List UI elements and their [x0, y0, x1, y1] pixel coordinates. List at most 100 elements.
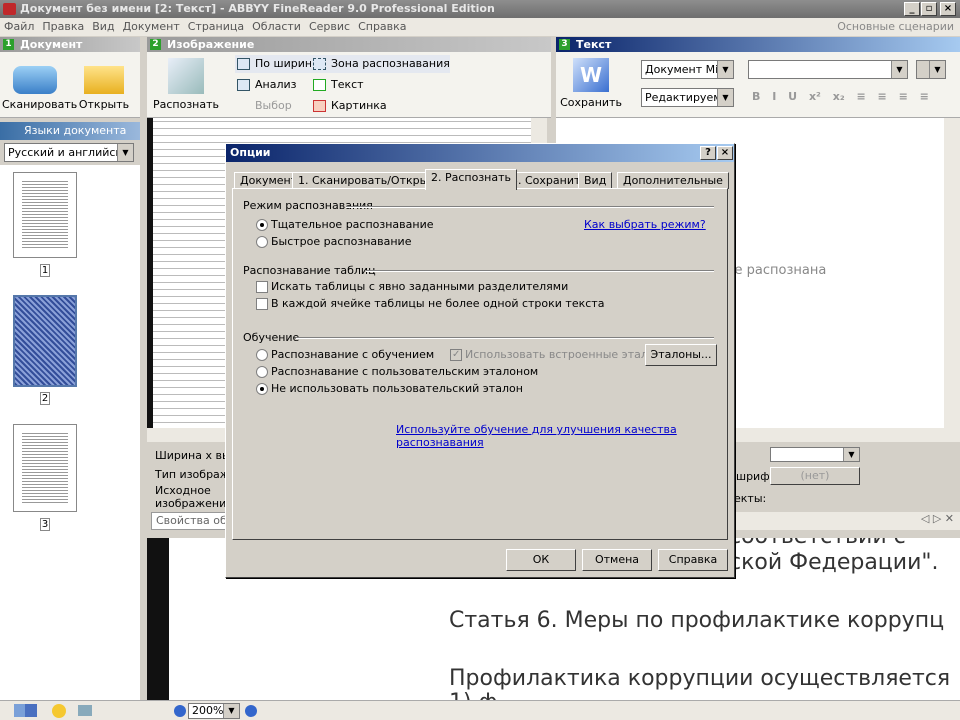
superscript-button[interactable]: x²: [809, 90, 821, 103]
dialog-close-button[interactable]: ×: [717, 146, 733, 160]
menu-view[interactable]: Вид: [92, 20, 114, 33]
picture-label: Картинка: [331, 99, 387, 112]
training-link[interactable]: Используйте обучение для улучшения качес…: [396, 423, 734, 449]
recognize-button[interactable]: Распознать: [151, 58, 221, 111]
italic-button[interactable]: I: [772, 90, 776, 103]
zone-label: Зона распознавания: [331, 57, 450, 70]
zoom-in-icon[interactable]: [245, 705, 257, 717]
minimize-button[interactable]: _: [904, 2, 920, 16]
zoom-line: Профилактика коррупции осуществляется: [449, 666, 951, 691]
scenarios-link[interactable]: Основные сценарии: [837, 18, 954, 36]
dialog-help-button[interactable]: ?: [700, 146, 716, 160]
use-builtin-checkbox[interactable]: Использовать встроенные эталоны: [450, 348, 670, 362]
recognize-icon: [168, 58, 204, 94]
picture-icon: [313, 100, 326, 112]
menu-tools[interactable]: Сервис: [309, 20, 350, 33]
train-user-label: Распознавание с пользовательским эталоно…: [271, 365, 539, 378]
style-select[interactable]: ▼: [770, 447, 860, 462]
panel-number: 1: [3, 39, 14, 50]
document-toolbar: Сканировать Открыть: [0, 52, 140, 118]
scanner-icon: [13, 66, 57, 94]
menu-areas[interactable]: Области: [252, 20, 301, 33]
chevron-down-icon: ▼: [117, 144, 133, 161]
restore-button[interactable]: ▫: [921, 2, 937, 16]
mode-help-link[interactable]: Как выбрать режим?: [584, 218, 706, 231]
page-number: 3: [40, 518, 50, 531]
zoom-select[interactable]: 200% ▼: [188, 703, 240, 719]
train-with-radio[interactable]: Распознавание с обучением: [256, 348, 434, 362]
language-value: Русский и английский: [8, 146, 134, 159]
mode-fast-radio[interactable]: Быстрое распознавание: [256, 235, 411, 249]
not-recognized-text: не распознана: [726, 263, 827, 278]
bold-button[interactable]: B: [752, 90, 760, 103]
fit-width-icon: [237, 58, 250, 70]
train-with-label: Распознавание с обучением: [271, 348, 435, 361]
menu-page[interactable]: Страница: [188, 20, 244, 33]
font-select[interactable]: ▼: [748, 60, 908, 79]
save-label: Сохранить: [560, 96, 622, 109]
save-mode-select[interactable]: Редактируемая ▼: [641, 88, 734, 107]
open-button[interactable]: Открыть: [76, 60, 132, 111]
panel-number: 3: [559, 39, 570, 50]
scan-button[interactable]: Сканировать: [2, 60, 77, 111]
help-button[interactable]: Справка: [658, 549, 728, 571]
analyze-icon: [237, 79, 250, 91]
status-bar: 200% ▼: [0, 700, 960, 720]
recognition-zone-button[interactable]: Зона распознавания: [311, 55, 450, 73]
menu-bar: Файл Правка Вид Документ Страница Области Серв…: [0, 18, 960, 36]
ok-button[interactable]: ОК: [506, 549, 576, 571]
select-label: Выбор: [255, 99, 292, 112]
fit-width-button[interactable]: По ширине: [235, 55, 319, 73]
tab-view[interactable]: Вид: [578, 172, 613, 189]
save-icon[interactable]: [25, 704, 37, 717]
menu-edit[interactable]: Правка: [42, 20, 84, 33]
underline-button[interactable]: U: [788, 90, 797, 103]
fit-width-label: По ширине: [255, 57, 319, 70]
select-button[interactable]: Выбор: [235, 97, 292, 115]
text-area-button[interactable]: Текст: [311, 76, 364, 94]
analyze-button[interactable]: Анализ: [235, 76, 297, 94]
text-panel-header: 3 Текст: [556, 37, 960, 52]
menu-help[interactable]: Справка: [358, 20, 406, 33]
layout-icon[interactable]: [78, 705, 92, 716]
picture-button[interactable]: Картинка: [311, 97, 387, 115]
gear-icon[interactable]: [52, 704, 66, 718]
document-panel: 1 Документ Сканировать Открыть Языки доку…: [0, 37, 140, 700]
analyze-label: Анализ: [255, 78, 297, 91]
window-title: Документ без имени [2: Текст] - ABBYY Fi…: [20, 2, 495, 15]
page-thumbnail-3[interactable]: [13, 424, 77, 512]
cancel-button[interactable]: Отмена: [582, 549, 652, 571]
dialog-title: Опции: [230, 146, 271, 159]
font-value-button[interactable]: (нет): [770, 467, 860, 485]
menu-file[interactable]: Файл: [4, 20, 34, 33]
page-thumbnail-1[interactable]: [13, 172, 77, 258]
menu-document[interactable]: Документ: [123, 20, 180, 33]
font-size-select[interactable]: ▼: [916, 60, 946, 79]
mode-fast-label: Быстрое распознавание: [271, 235, 412, 248]
tab-recognize[interactable]: 2. Распознать: [425, 169, 518, 190]
mode-thorough-radio[interactable]: Тщательное распознавание: [256, 218, 434, 232]
format-buttons: B I U x² x₂ ≡ ≡ ≡ ≡: [752, 90, 929, 103]
align-icons[interactable]: ≡ ≡ ≡ ≡: [856, 90, 928, 103]
text-label: Текст: [331, 78, 364, 91]
tab-advanced[interactable]: Дополнительные: [617, 172, 729, 189]
chevron-down-icon: ▼: [717, 89, 733, 106]
save-format-select[interactable]: Документ Micrc ▼: [641, 60, 734, 79]
zone-icon: [313, 58, 326, 70]
zoom-out-icon[interactable]: [174, 705, 186, 717]
page-number: 2: [40, 392, 50, 405]
folder-icon: [84, 66, 124, 94]
save-button[interactable]: W Сохранить: [560, 58, 622, 109]
tables-one-line-checkbox[interactable]: В каждой ячейке таблицы не более одной с…: [256, 297, 604, 311]
subscript-button[interactable]: x₂: [833, 90, 845, 103]
page-thumbnail-2[interactable]: [13, 295, 77, 387]
language-select[interactable]: Русский и английский ▼: [4, 143, 134, 162]
text-toolbar: W Сохранить Документ Micrc ▼ Редактируемая…: [556, 52, 960, 118]
train-none-radio[interactable]: Не использовать пользовательский эталон: [256, 382, 523, 396]
tab-scan-open[interactable]: 1. Сканировать/Открыть: [292, 172, 448, 189]
train-user-radio[interactable]: Распознавание с пользовательским эталоно…: [256, 365, 538, 379]
close-button[interactable]: ×: [940, 2, 956, 16]
tables-explicit-checkbox[interactable]: Искать таблицы с явно заданными разделит…: [256, 280, 568, 294]
text-scrollbar[interactable]: [944, 118, 960, 428]
patterns-button[interactable]: Эталоны...: [645, 344, 717, 366]
